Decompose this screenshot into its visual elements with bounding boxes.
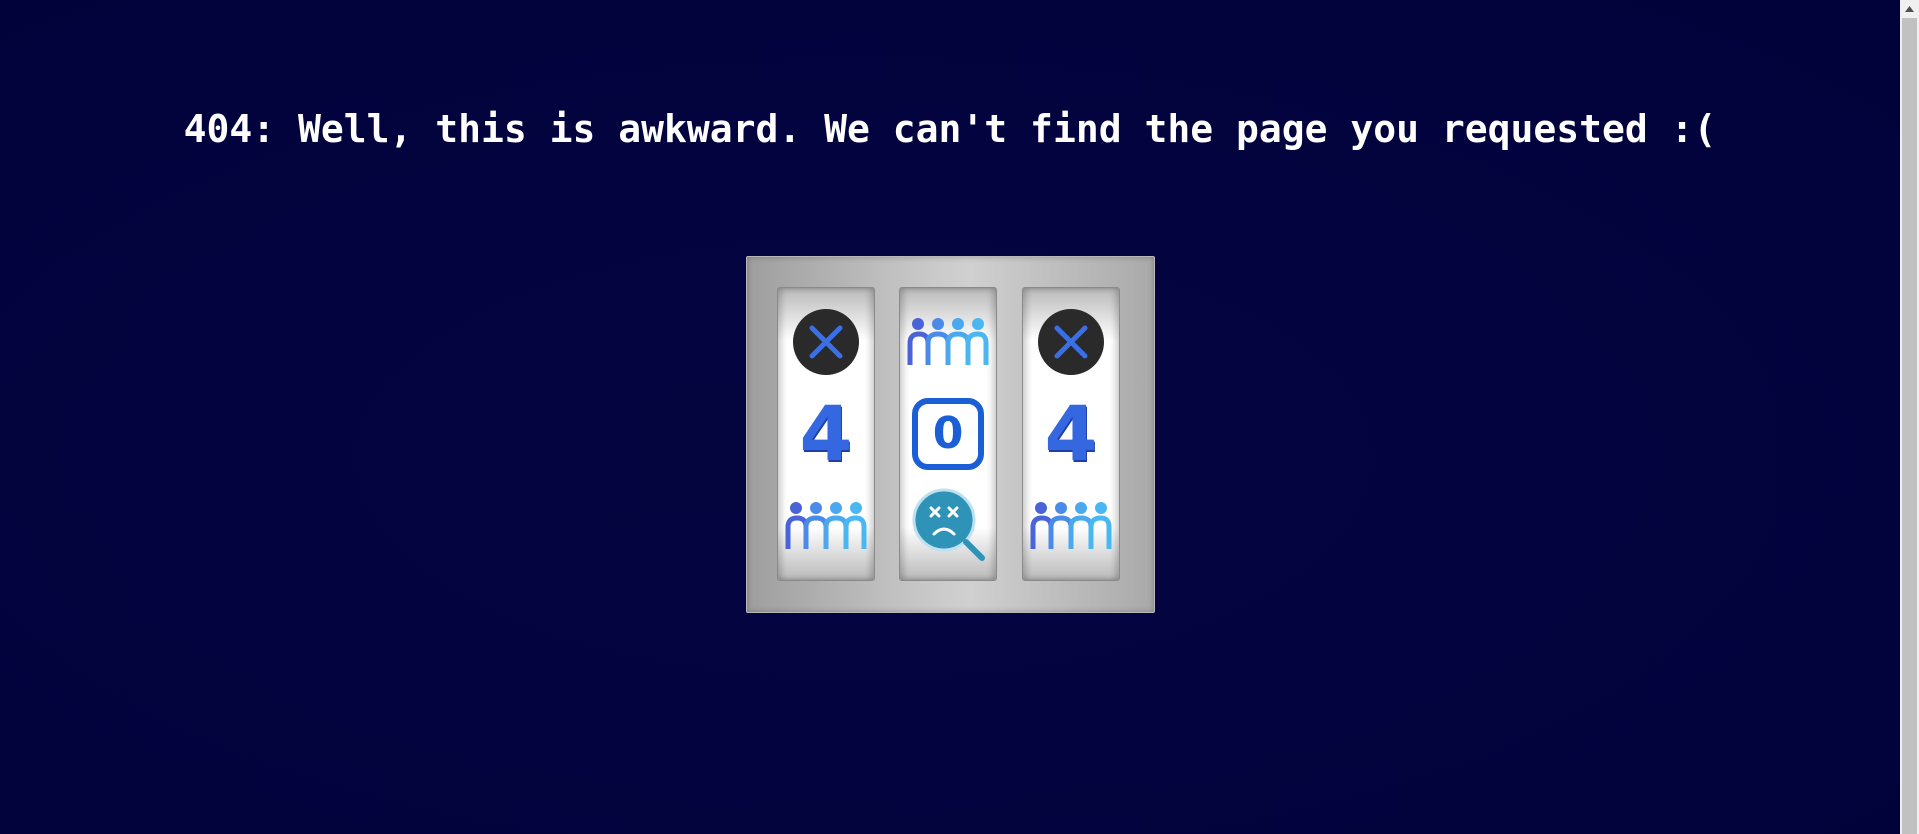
reel-1-middle-label: 4 bbox=[799, 389, 853, 478]
sad-magnifier-icon bbox=[900, 484, 996, 568]
keycap-zero-icon: 0 bbox=[900, 392, 996, 476]
people-group-icon bbox=[1023, 484, 1119, 568]
vertical-scrollbar[interactable] bbox=[1900, 0, 1919, 834]
number-four-icon: 4 bbox=[1023, 392, 1119, 476]
error-page: 404: Well, this is awkward. We can't fin… bbox=[0, 0, 1900, 834]
reel-3-middle-label: 4 bbox=[1044, 389, 1098, 478]
slot-reel-2: 0 bbox=[899, 287, 997, 581]
scrollbar-thumb[interactable] bbox=[1902, 18, 1917, 834]
slot-machine: 4 0 4 bbox=[746, 256, 1155, 613]
slot-reel-3: 4 bbox=[1022, 287, 1120, 581]
people-group-icon bbox=[778, 484, 874, 568]
reel-2-middle-label: 0 bbox=[932, 408, 964, 459]
slot-reel-1: 4 bbox=[777, 287, 875, 581]
scroll-up-arrow-icon[interactable] bbox=[1900, 0, 1919, 17]
error-headline: 404: Well, this is awkward. We can't fin… bbox=[183, 107, 1717, 151]
close-circle-icon bbox=[778, 300, 874, 384]
people-group-icon bbox=[900, 300, 996, 384]
close-circle-icon bbox=[1023, 300, 1119, 384]
number-four-icon: 4 bbox=[778, 392, 874, 476]
